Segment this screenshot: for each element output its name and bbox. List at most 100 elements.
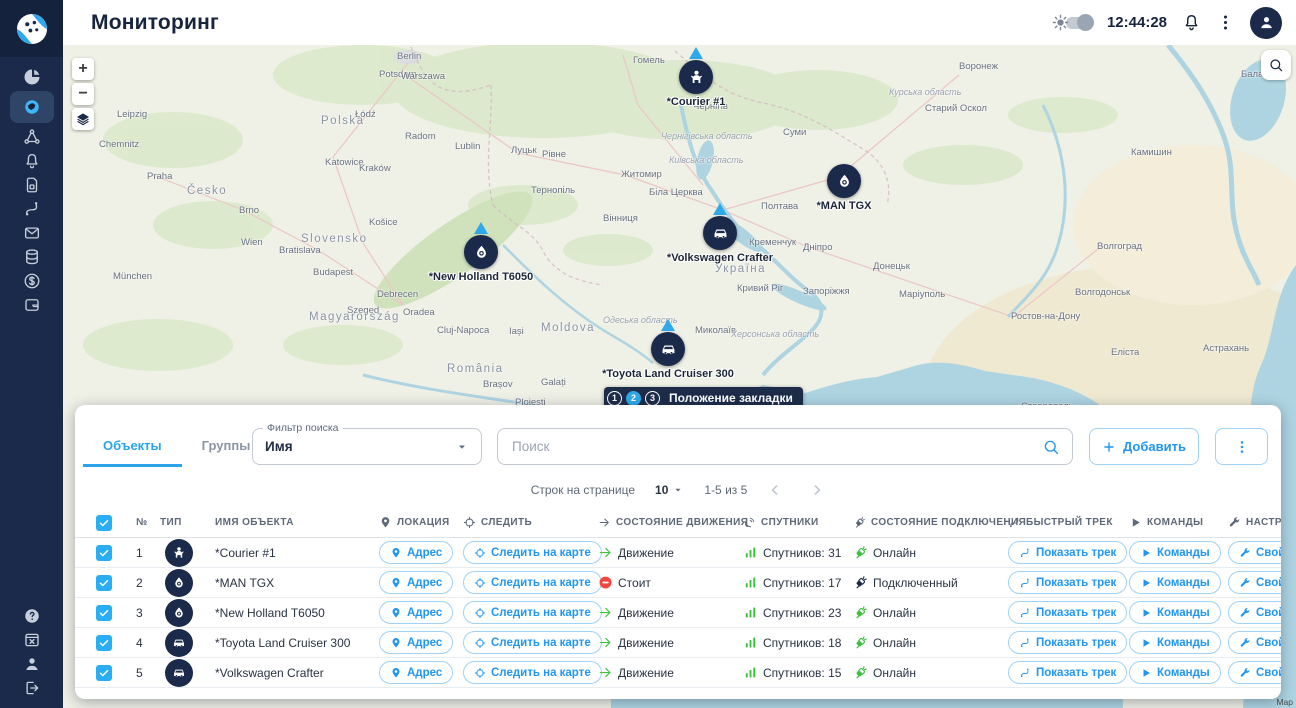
col-type[interactable]: ТИП [160, 517, 215, 528]
show-track-button[interactable]: Показать трек [1008, 661, 1128, 684]
map-place-label: Тернопіль [531, 185, 576, 196]
sidebar-item-profile[interactable] [10, 652, 54, 676]
map-place-label: Iași [509, 326, 524, 337]
tab-objects[interactable]: Объекты [83, 427, 182, 467]
follow-on-map-button[interactable]: Следить на карте [463, 631, 602, 654]
col-satellites[interactable]: СПУТНИКИ [743, 516, 853, 529]
col-number[interactable]: № [125, 517, 160, 528]
zoom-in-button[interactable]: + [72, 58, 94, 80]
show-track-button[interactable]: Показать трек [1008, 631, 1128, 654]
sidebar-item-routes[interactable] [10, 197, 54, 221]
map-place-label: Суми [783, 127, 807, 138]
notifications-button[interactable] [1182, 13, 1201, 32]
row-checkbox[interactable] [96, 634, 112, 651]
sidebar-item-payments[interactable] [10, 293, 54, 317]
wrench-icon [1239, 547, 1251, 559]
filter-label: Фильтр поиска [263, 422, 343, 434]
panel-menu-button[interactable] [1215, 428, 1268, 465]
sidebar-item-tracking[interactable] [10, 125, 54, 149]
select-all-checkbox[interactable] [96, 514, 112, 531]
address-button[interactable]: Адрес [379, 601, 454, 624]
row-checkbox[interactable] [96, 544, 112, 561]
movement-status: Движение [598, 635, 743, 650]
vehicle-type-icon [165, 538, 193, 567]
commands-button[interactable]: Команды [1129, 571, 1221, 594]
commands-button[interactable]: Команды [1129, 631, 1221, 654]
row-checkbox[interactable] [96, 574, 112, 591]
add-button[interactable]: Добавить [1089, 428, 1199, 465]
search-icon[interactable] [1042, 438, 1060, 456]
settings-button[interactable]: Свойства [1228, 571, 1281, 594]
vehicle-marker-icon[interactable] [679, 60, 713, 94]
col-object-name[interactable]: ИМЯ ОБЪЕКТА [215, 517, 379, 528]
vehicle-marker-icon[interactable] [703, 216, 737, 250]
sidebar-item-help[interactable] [10, 604, 54, 628]
row-checkbox[interactable] [96, 664, 112, 681]
sidebar-item-storage[interactable] [10, 245, 54, 269]
row-checkbox[interactable] [96, 604, 112, 621]
row-number: 1 [136, 545, 143, 560]
address-button[interactable]: Адрес [379, 541, 454, 564]
map-place-label: Brașov [483, 379, 513, 390]
address-button[interactable]: Адрес [379, 661, 454, 684]
settings-button[interactable]: Свойства [1228, 541, 1281, 564]
rows-per-page-select[interactable]: 10 [655, 483, 684, 497]
sidebar-item-monitoring[interactable] [9, 91, 54, 123]
search-input[interactable] [510, 438, 1042, 455]
settings-button[interactable]: Свойства [1228, 601, 1281, 624]
next-page-button[interactable] [809, 482, 825, 498]
map-search-button[interactable] [1261, 50, 1291, 80]
col-movement[interactable]: СОСТОЯНИЕ ДВИЖЕНИЯ [598, 516, 748, 529]
col-connection[interactable]: СОСТОЯНИЕ ПОДКЛЮЧЕНИЯ [853, 516, 1026, 529]
commands-button[interactable]: Команды [1129, 601, 1221, 624]
map-place-label: Polska [321, 115, 365, 127]
follow-on-map-button[interactable]: Следить на карте [463, 661, 602, 684]
marker-label: *Toyota Land Cruiser 300 [602, 368, 734, 380]
show-track-button[interactable]: Показать трек [1008, 541, 1128, 564]
satellites-signal-icon [743, 665, 758, 680]
follow-on-map-button[interactable]: Следить на карте [463, 541, 602, 564]
layers-button[interactable] [72, 108, 94, 130]
connection-label: Подключенный [873, 575, 958, 590]
vehicle-marker-icon[interactable] [464, 235, 498, 269]
vehicle-marker-icon[interactable] [827, 164, 861, 198]
col-commands[interactable]: КОМАНДЫ [1129, 516, 1228, 529]
show-track-button[interactable]: Показать трек [1008, 601, 1128, 624]
vehicle-type-icon [165, 658, 193, 687]
vehicle-type-icon [165, 628, 193, 657]
settings-button[interactable]: Свойства [1228, 661, 1281, 684]
follow-on-map-button[interactable]: Следить на карте [463, 571, 602, 594]
follow-on-map-button[interactable]: Следить на карте [463, 601, 602, 624]
wrench-icon [1239, 607, 1251, 619]
address-button[interactable]: Адрес [379, 631, 454, 654]
sidebar-item-apps[interactable] [10, 628, 54, 652]
map-place-label: Budapest [313, 267, 354, 278]
sidebar-item-messages[interactable] [10, 221, 54, 245]
commands-button[interactable]: Команды [1129, 661, 1221, 684]
col-settings[interactable]: НАСТРОЙКИ [1228, 516, 1281, 529]
address-button[interactable]: Адрес [379, 571, 454, 594]
search-filter-select[interactable]: Фильтр поиска Имя [252, 422, 482, 465]
sidebar-item-billing[interactable] [10, 269, 54, 293]
sidebar-item-logout[interactable] [10, 676, 54, 700]
previous-page-button[interactable] [767, 482, 783, 498]
map-place-label: Луцьк [511, 145, 537, 156]
col-quick-track[interactable]: БЫСТРЫЙ ТРЕК [1008, 516, 1129, 529]
vehicle-marker-icon[interactable] [651, 332, 685, 366]
sidebar-item-alerts[interactable] [10, 149, 54, 173]
page-title: Мониторинг [91, 10, 219, 34]
header-menu-button[interactable] [1216, 13, 1235, 32]
settings-button[interactable]: Свойства [1228, 631, 1281, 654]
theme-toggle[interactable] [1051, 13, 1094, 32]
zoom-out-button[interactable]: − [72, 83, 94, 105]
user-avatar[interactable] [1250, 6, 1282, 39]
col-follow[interactable]: СЛЕДИТЬ [463, 516, 598, 529]
movement-arrow-icon [598, 665, 613, 680]
sidebar-item-dashboard[interactable] [10, 65, 54, 89]
col-location[interactable]: ЛОКАЦИЯ [379, 516, 463, 529]
sidebar-item-devices[interactable] [10, 173, 54, 197]
show-track-button[interactable]: Показать трек [1008, 571, 1128, 594]
table-body: 1 *Courier #1 Адрес Следить на карте Дви… [75, 538, 1281, 688]
app-logo[interactable] [0, 0, 63, 57]
commands-button[interactable]: Команды [1129, 541, 1221, 564]
